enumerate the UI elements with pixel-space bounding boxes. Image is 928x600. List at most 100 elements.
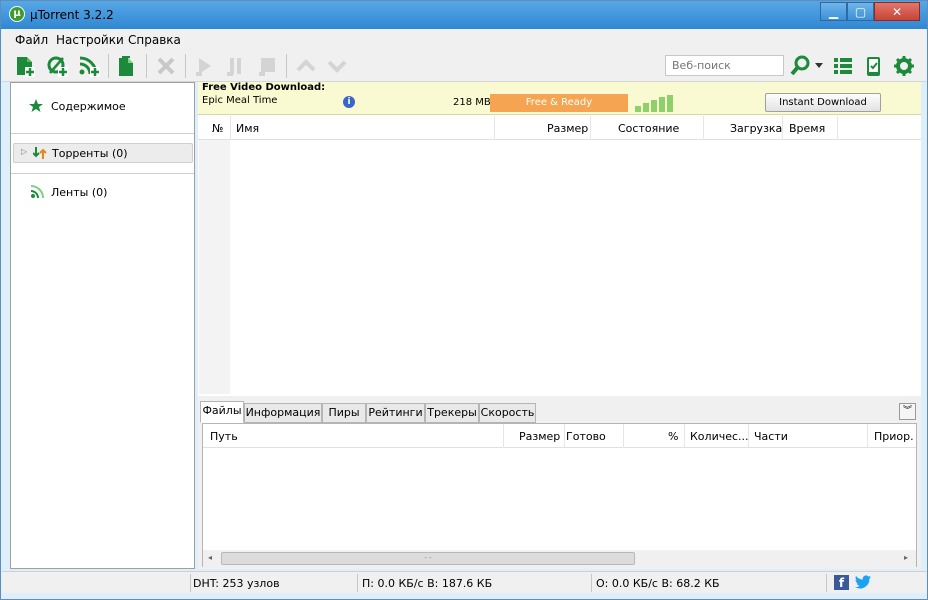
- toolbar-separator: [146, 54, 147, 78]
- column-header-number[interactable]: №: [212, 122, 223, 135]
- tab-speed[interactable]: Скорость: [479, 403, 536, 423]
- pause-icon[interactable]: [224, 55, 246, 77]
- column-divider: [748, 424, 749, 448]
- twitter-icon[interactable]: [854, 574, 872, 591]
- files-table-header: Путь Размер Готово % Количес... Части Пр…: [203, 424, 916, 448]
- column-header-priority[interactable]: Приор.: [874, 430, 914, 443]
- web-search-input[interactable]: [665, 55, 784, 76]
- column-divider: [503, 424, 504, 448]
- ad-title: Free Video Download:: [202, 82, 326, 93]
- upload-status: О: 0.0 КБ/с В: 68.2 КБ: [596, 577, 720, 590]
- column-divider: [494, 116, 495, 140]
- move-down-icon[interactable]: [326, 55, 348, 77]
- status-separator: [826, 574, 827, 592]
- tab-info[interactable]: Информация: [244, 403, 322, 423]
- files-panel[interactable]: Путь Размер Готово % Количес... Части Пр…: [202, 423, 917, 567]
- column-header-name[interactable]: Имя: [236, 122, 259, 135]
- status-separator: [357, 574, 358, 592]
- column-divider: [782, 116, 783, 140]
- status-separator: [190, 574, 191, 592]
- status-separator: [591, 574, 592, 592]
- ad-banner[interactable]: Free Video Download: Epic Meal Time i 21…: [198, 82, 921, 115]
- column-divider: [684, 424, 685, 448]
- sidebar-divider: [11, 133, 194, 134]
- instant-download-button[interactable]: Instant Download: [765, 93, 881, 112]
- menu-file[interactable]: Файл: [15, 33, 48, 47]
- horizontal-scrollbar[interactable]: ◂ - - ▸: [203, 550, 916, 567]
- ad-subtitle: Epic Meal Time: [202, 95, 278, 106]
- expand-arrow-icon[interactable]: ▷: [21, 147, 27, 156]
- column-header-status[interactable]: Состояние: [618, 122, 679, 135]
- column-divider: [623, 424, 624, 448]
- column-header-percent[interactable]: %: [668, 430, 678, 443]
- sidebar-item-feeds[interactable]: Ленты (0): [11, 183, 194, 203]
- sidebar-divider: [11, 173, 194, 174]
- column-divider: [590, 116, 591, 140]
- signal-strength-icon: [635, 95, 673, 112]
- scroll-right-icon[interactable]: ▸: [904, 553, 908, 562]
- sidebar-item-label: Содержимое: [51, 100, 126, 113]
- column-header-size[interactable]: Размер: [547, 122, 588, 135]
- stop-icon[interactable]: [256, 55, 278, 77]
- column-divider: [703, 116, 704, 140]
- menu-settings[interactable]: Настройки: [56, 33, 124, 47]
- utorrent-logo-icon: µ: [9, 6, 25, 22]
- column-header-count[interactable]: Количес...: [690, 430, 749, 443]
- column-divider: [230, 116, 231, 140]
- start-icon[interactable]: [193, 55, 215, 77]
- scrollbar-thumb[interactable]: - -: [221, 552, 635, 565]
- download-status: П: 0.0 КБ/с В: 187.6 КБ: [362, 577, 493, 590]
- app-window: µ µTorrent 3.2.2 ▁ ▢ ✕ Файл Настройки Сп…: [0, 0, 928, 600]
- settings-icon[interactable]: [893, 55, 915, 77]
- star-icon: [29, 99, 43, 112]
- column-divider: [867, 424, 868, 448]
- ad-status-bar: Free & Ready: [490, 94, 628, 112]
- info-icon[interactable]: i: [343, 96, 355, 108]
- minimize-button[interactable]: ▁: [820, 2, 847, 21]
- window-title: µTorrent 3.2.2: [30, 8, 114, 22]
- title-bar[interactable]: µ µTorrent 3.2.2 ▁ ▢ ✕: [1, 1, 927, 29]
- column-header-size[interactable]: Размер: [519, 430, 560, 443]
- column-header-time[interactable]: Время: [789, 122, 825, 135]
- move-up-icon[interactable]: [295, 55, 317, 77]
- sidebar-item-torrents[interactable]: ▷ Торренты (0): [13, 143, 193, 163]
- column-header-download[interactable]: Загрузка: [730, 122, 782, 135]
- menu-help[interactable]: Справка: [128, 33, 181, 47]
- add-torrent-icon[interactable]: [14, 55, 36, 77]
- tab-ratings[interactable]: Рейтинги: [366, 403, 425, 423]
- tab-peers[interactable]: Пиры: [322, 403, 366, 423]
- torrent-list-header: № Имя Размер Состояние Загрузка Время: [198, 116, 921, 140]
- number-column: [199, 140, 230, 394]
- toolbar-separator: [108, 54, 109, 78]
- list-view-icon[interactable]: [832, 55, 854, 77]
- torrent-list[interactable]: [198, 140, 921, 394]
- add-rss-icon[interactable]: [78, 55, 100, 77]
- remote-icon[interactable]: [863, 55, 885, 77]
- search-dropdown-icon[interactable]: [815, 63, 823, 69]
- dht-status: DHT: 253 узлов: [193, 577, 280, 590]
- column-header-pieces[interactable]: Части: [754, 430, 788, 443]
- rss-feed-icon: [30, 185, 44, 199]
- toolbar-separator: [286, 54, 287, 78]
- details-panel: Файлы Информация Пиры Рейтинги Трекеры С…: [198, 396, 921, 569]
- maximize-button[interactable]: ▢: [847, 2, 874, 21]
- facebook-icon[interactable]: f: [834, 575, 849, 590]
- torrents-icon: [33, 147, 47, 159]
- create-torrent-icon[interactable]: [115, 55, 137, 77]
- ad-file-size: 218 MB: [453, 97, 491, 108]
- remove-icon[interactable]: [155, 55, 177, 77]
- column-header-path[interactable]: Путь: [210, 430, 238, 443]
- menu-bar: Файл Настройки Справка: [2, 29, 926, 49]
- scroll-left-icon[interactable]: ◂: [208, 553, 212, 562]
- collapse-panel-button[interactable]: ︾: [899, 403, 916, 420]
- toolbar-separator: [185, 54, 186, 78]
- column-header-done[interactable]: Готово: [566, 430, 606, 443]
- tab-files[interactable]: Файлы: [200, 401, 244, 423]
- search-icon[interactable]: [789, 55, 811, 77]
- close-button[interactable]: ✕: [874, 2, 920, 21]
- sidebar-item-content[interactable]: Содержимое: [11, 97, 194, 117]
- add-url-icon[interactable]: [46, 55, 68, 77]
- tab-trackers[interactable]: Трекеры: [425, 403, 479, 423]
- sidebar-item-label: Торренты (0): [52, 147, 128, 160]
- sidebar-item-label: Ленты (0): [51, 186, 108, 199]
